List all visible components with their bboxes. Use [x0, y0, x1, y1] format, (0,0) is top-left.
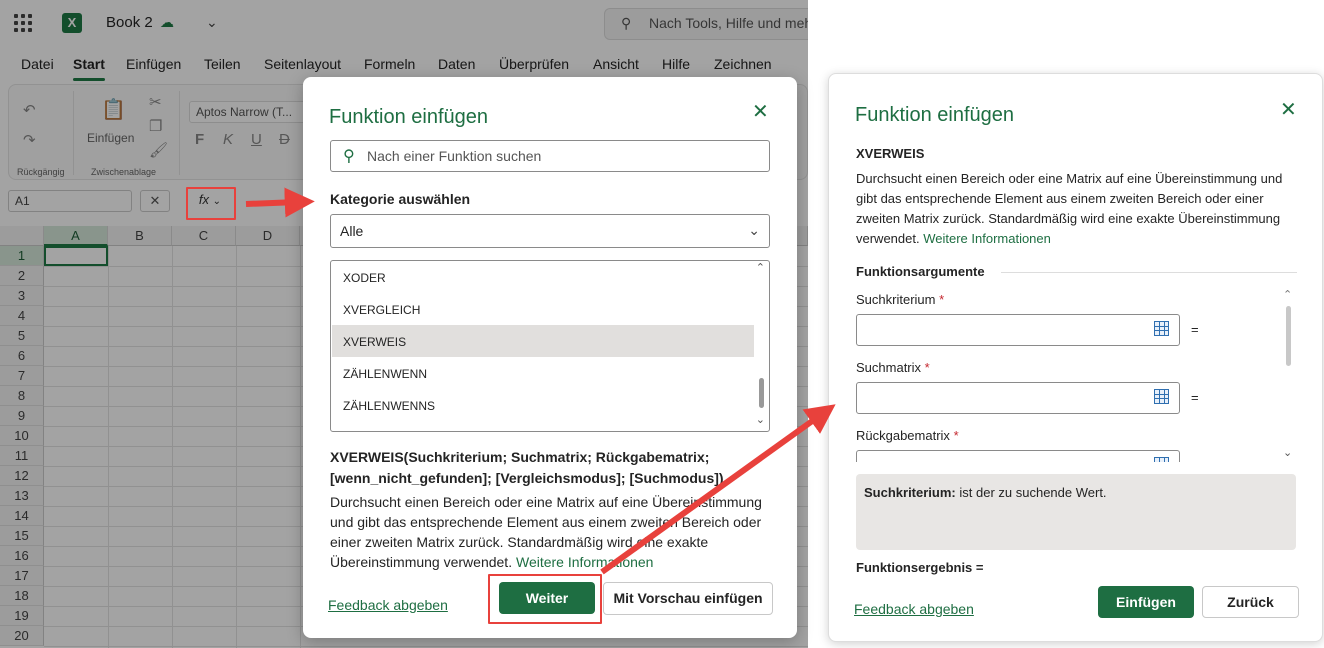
range-picker-icon[interactable] [1154, 457, 1169, 462]
more-info-link[interactable]: Weitere Informationen [516, 554, 653, 570]
argument-label-text: Suchmatrix [856, 360, 922, 375]
range-picker-icon[interactable] [1154, 389, 1169, 404]
required-marker: * [939, 292, 945, 307]
argument-label-text: Rückgabematrix [856, 428, 950, 443]
insert-function-arguments-dialog: Funktion einfügen ✕ XVERWEIS Durchsucht … [828, 73, 1323, 642]
close-icon[interactable]: ✕ [1280, 100, 1297, 120]
argument-label: Suchmatrix * [856, 360, 930, 375]
scrollbar-thumb[interactable] [1286, 306, 1291, 366]
arguments-header: Funktionsargumente [856, 264, 985, 279]
list-item-selected[interactable]: XVERWEIS [332, 325, 754, 357]
list-item[interactable]: XODER [332, 261, 754, 293]
list-item[interactable]: XVERGLEICH [332, 293, 754, 325]
help-text: ist der zu suchende Wert. [959, 485, 1107, 500]
category-select[interactable]: Alle ⌄ [330, 214, 770, 248]
category-label: Kategorie auswählen [330, 191, 471, 207]
function-list[interactable]: XODER XVERGLEICH XVERWEIS ZÄHLENWENN ZÄH… [330, 260, 770, 432]
function-result: Funktionsergebnis = [856, 560, 984, 575]
argument-input-clip [856, 450, 1180, 462]
function-description: Durchsucht einen Bereich oder eine Matri… [856, 169, 1306, 249]
insert-button[interactable]: Einfügen [1098, 586, 1194, 618]
function-search-input[interactable]: ⚲ Nach einer Funktion suchen [330, 140, 770, 172]
argument-input-suchkriterium[interactable] [856, 314, 1180, 346]
function-syntax: XVERWEIS(Suchkriterium; Suchmatrix; Rück… [330, 449, 724, 486]
list-item[interactable]: ZÄHLENWENN [332, 357, 754, 389]
argument-label: Suchkriterium * [856, 292, 944, 307]
scroll-up-icon[interactable]: ⌃ [756, 261, 765, 274]
close-icon[interactable]: ✕ [752, 102, 769, 122]
required-marker: * [924, 360, 930, 375]
argument-equals: = [1191, 322, 1199, 337]
function-description: Durchsucht einen Bereich oder eine Matri… [330, 492, 770, 572]
argument-label: Rückgabematrix * [856, 428, 959, 443]
help-term: Suchkriterium: [864, 485, 956, 500]
range-picker-icon[interactable] [1154, 321, 1169, 336]
dialog-title: Funktion einfügen [329, 106, 489, 128]
description-text: Durchsucht einen Bereich oder eine Matri… [856, 171, 1283, 246]
scroll-down-icon[interactable]: ⌄ [1283, 446, 1292, 459]
search-icon: ⚲ [343, 148, 355, 165]
argument-input-suchmatrix[interactable] [856, 382, 1180, 414]
screenshot-stage: X Book 2 ☁ ⌄ ⚲ Nach Tools, Hilfe und meh… [0, 0, 1324, 648]
category-value: Alle [340, 223, 364, 239]
annotation-highlight-next [488, 574, 602, 624]
scroll-up-icon[interactable]: ⌃ [1283, 288, 1292, 301]
argument-help-box: Suchkriterium: ist der zu suchende Wert. [856, 474, 1296, 550]
divider [1001, 272, 1297, 273]
feedback-link[interactable]: Feedback abgeben [854, 601, 974, 617]
dialog-title: Funktion einfügen [855, 104, 1015, 126]
required-marker: * [953, 428, 959, 443]
function-name: XVERWEIS [856, 146, 925, 161]
list-item[interactable]: ZÄHLENWENNS [332, 389, 754, 421]
back-button[interactable]: Zurück [1202, 586, 1299, 618]
scrollbar-thumb[interactable] [759, 378, 764, 408]
annotation-highlight-fx [186, 187, 236, 220]
argument-equals: = [1191, 390, 1199, 405]
more-info-link[interactable]: Weitere Informationen [923, 231, 1051, 246]
chevron-down-icon: ⌄ [748, 222, 760, 238]
scroll-down-icon[interactable]: ⌄ [756, 413, 765, 426]
argument-label-text: Suchkriterium [856, 292, 936, 307]
search-placeholder: Nach einer Funktion suchen [367, 148, 542, 164]
feedback-link[interactable]: Feedback abgeben [328, 597, 448, 613]
argument-input-rueckgabematrix[interactable] [856, 450, 1180, 462]
insert-with-preview-button[interactable]: Mit Vorschau einfügen [603, 582, 773, 615]
insert-function-dialog: Funktion einfügen ✕ ⚲ Nach einer Funktio… [303, 77, 797, 638]
